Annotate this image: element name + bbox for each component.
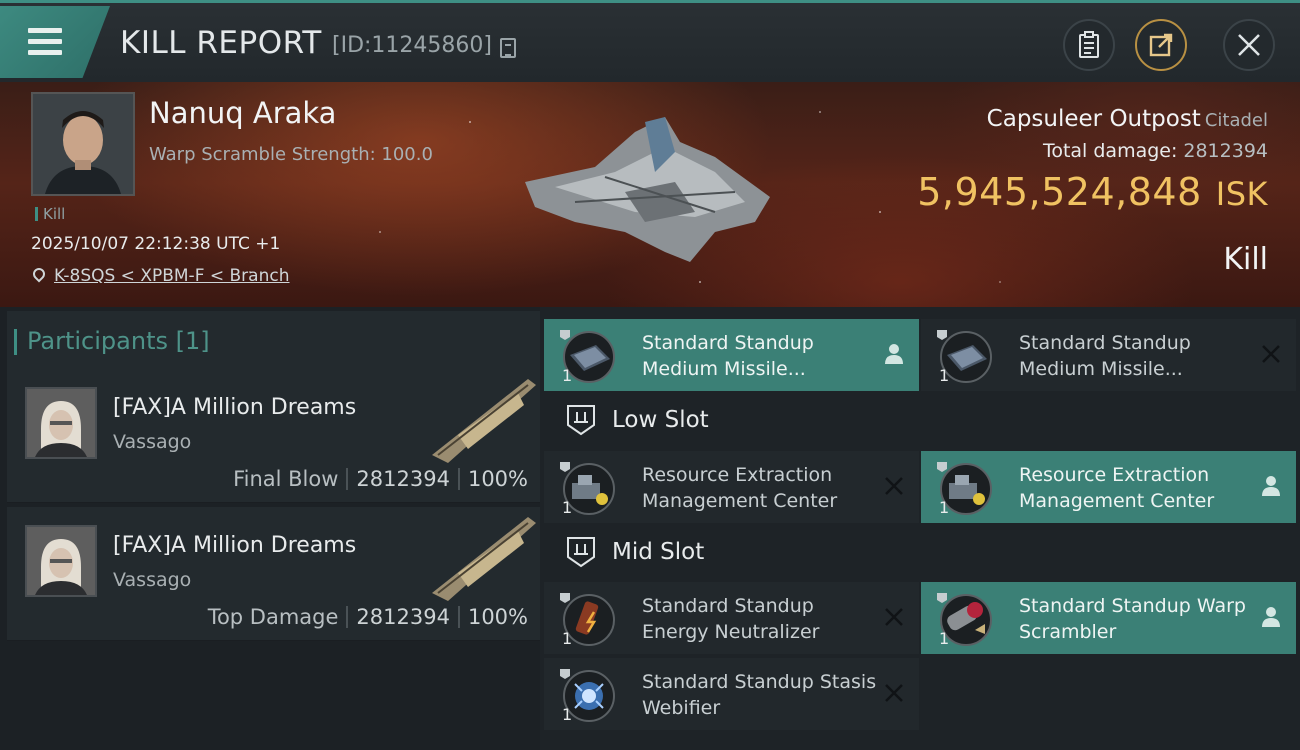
participants-panel: Participants [1] [FAX]A Million Dreams V… [0, 307, 540, 750]
participant-portrait [25, 387, 97, 459]
kill-tag: Kill [35, 205, 65, 223]
menu-button[interactable] [0, 6, 110, 78]
person-icon [1262, 476, 1280, 496]
participant-damage: 2812394 [356, 605, 450, 629]
victim-portrait[interactable] [31, 92, 135, 196]
kill-timestamp: 2025/10/07 22:12:38 UTC +1 [31, 234, 281, 254]
location-link[interactable]: K-8SQS < XPBM-F < Branch [54, 266, 290, 286]
item-name: Standard Standup Energy Neutralizer [642, 595, 820, 643]
participant-ship-image [432, 517, 536, 601]
victim-ship-image[interactable] [515, 112, 785, 272]
mid-slot-icon [567, 537, 595, 568]
participant-ship: Vassago [113, 431, 192, 453]
item-quantity: 1 [939, 366, 950, 385]
low-slot-icon [567, 405, 595, 436]
share-button[interactable] [1135, 19, 1187, 71]
item-quantity: 1 [562, 629, 573, 648]
close-icon [1238, 34, 1260, 56]
participant-percent: 100% [467, 605, 528, 629]
participant-stats: Top Damage 2812394 100% [208, 605, 528, 629]
participant-role: Final Blow [233, 467, 339, 491]
victim-ship-class: Citadel [1204, 110, 1268, 131]
participant-role: Top Damage [207, 605, 339, 629]
person-icon [885, 344, 903, 364]
destroyed-x-icon [885, 684, 903, 702]
destroyed-x-icon [885, 608, 903, 626]
kill-result: Kill [1223, 242, 1268, 277]
participants-title: Participants [1] [14, 327, 210, 355]
low-slot-header: Low Slot [544, 395, 1300, 447]
item-quantity: 1 [939, 629, 950, 648]
mid-slot-header: Mid Slot [544, 527, 1300, 579]
victim-pilot-name[interactable]: Nanuq Araka [149, 96, 336, 130]
report-id: [ID:11245860] [332, 33, 492, 58]
destroyed-x-icon [885, 477, 903, 495]
low-slot-label: Low Slot [612, 407, 709, 433]
clipboard-button[interactable] [1063, 19, 1115, 71]
person-icon [1262, 607, 1280, 627]
item-name: Standard Standup Medium Missile... [642, 332, 814, 380]
item-name: Standard Standup Warp Scrambler [1019, 595, 1246, 643]
victim-ship-name[interactable]: Capsuleer Outpost Citadel [987, 106, 1268, 132]
item-name: Resource Extraction Management Center [642, 464, 838, 512]
page-title: KILL REPORT [120, 25, 322, 61]
item-quantity: 1 [562, 705, 573, 724]
item-name: Standard Standup Medium Missile... [1019, 332, 1191, 380]
participant-row[interactable]: [FAX]A Million Dreams Vassago Top Damage… [7, 507, 540, 641]
isk-value: 5,945,524,848 ISK [917, 170, 1268, 214]
participant-ship: Vassago [113, 569, 192, 591]
total-damage: Total damage: 2812394 [1042, 140, 1268, 162]
kill-summary-banner: Nanuq Araka Warp Scramble Strength: 100.… [0, 82, 1300, 307]
fitting-item[interactable]: 1 Standard Standup Medium Missile... [544, 319, 919, 391]
participant-portrait [25, 525, 97, 597]
close-button[interactable] [1223, 19, 1275, 71]
isk-unit: ISK [1215, 175, 1268, 213]
share-icon [1149, 33, 1173, 57]
clipboard-icon [1079, 31, 1099, 58]
participants-header: Participants [1] [7, 311, 540, 371]
total-damage-value: 2812394 [1183, 140, 1268, 162]
item-name: Standard Standup Stasis Webifier [642, 671, 877, 719]
fitting-item[interactable]: 1 Resource Extraction Management Center [921, 451, 1296, 523]
mid-slot-label: Mid Slot [612, 539, 705, 565]
destroyed-x-icon [1262, 345, 1280, 363]
item-quantity: 1 [939, 498, 950, 517]
fitting-item[interactable]: 1 Standard Standup Medium Missile... [921, 319, 1296, 391]
copy-icon[interactable] [500, 38, 516, 58]
header-bar: KILL REPORT [ID:11245860] [0, 0, 1300, 82]
item-name: Resource Extraction Management Center [1019, 464, 1215, 512]
victim-subtitle: Warp Scramble Strength: 100.0 [149, 144, 433, 165]
fitting-item[interactable]: 1 Standard Standup Warp Scrambler [921, 582, 1296, 654]
participant-row[interactable]: [FAX]A Million Dreams Vassago Final Blow… [7, 369, 540, 503]
item-quantity: 1 [562, 498, 573, 517]
fitting-panel: 1 Standard Standup Medium Missile... 1 S… [540, 307, 1300, 750]
fitting-item[interactable]: 1 Standard Standup Stasis Webifier [544, 658, 919, 730]
participant-percent: 100% [467, 467, 528, 491]
participant-ship-image [432, 379, 536, 463]
participant-name: [FAX]A Million Dreams [113, 533, 357, 558]
fitting-item[interactable]: 1 Resource Extraction Management Center [544, 451, 919, 523]
participant-damage: 2812394 [356, 467, 450, 491]
item-quantity: 1 [562, 366, 573, 385]
fitting-item[interactable]: 1 Standard Standup Energy Neutralizer [544, 582, 919, 654]
participant-stats: Final Blow 2812394 100% [233, 467, 528, 491]
participant-name: [FAX]A Million Dreams [113, 395, 357, 420]
